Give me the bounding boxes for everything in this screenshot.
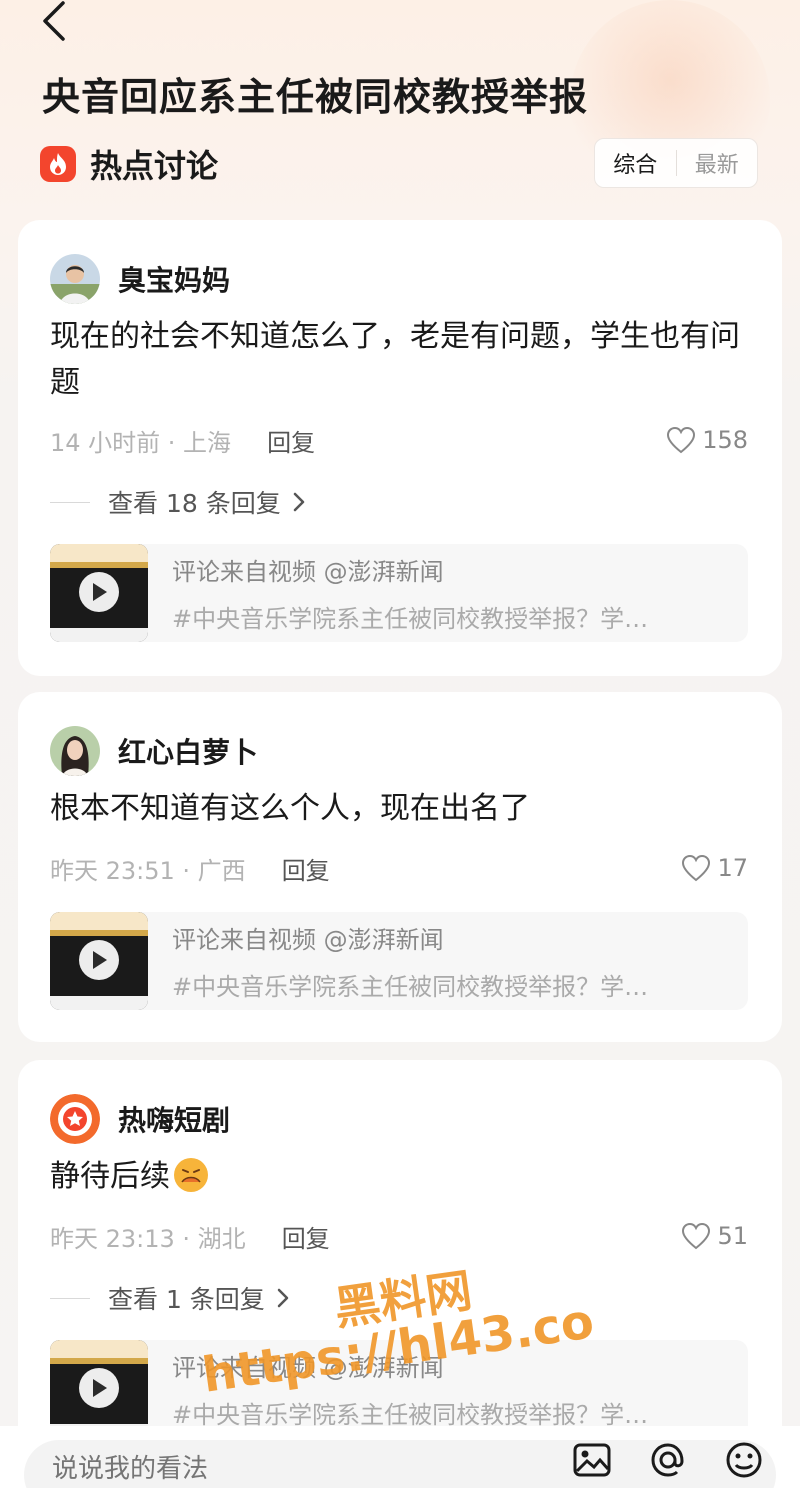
comment-content: 现在的社会不知道怎么了，老是有问题，学生也有问题	[50, 319, 740, 400]
play-icon	[79, 940, 119, 980]
heart-icon	[667, 426, 696, 454]
comment-author[interactable]: 红心白萝卜	[50, 726, 258, 776]
author-name: 红心白萝卜	[118, 736, 259, 769]
comment-content: 静待后续	[50, 1154, 742, 1200]
view-replies-label: 查看 18 条回复	[108, 489, 281, 518]
divider-line	[50, 501, 90, 503]
source-video-card[interactable]: 评论来自视频 @澎湃新闻 #中央音乐学院系主任被同校教授举报？学…	[50, 544, 748, 642]
source-topic: #中央音乐学院系主任被同校教授举报？学…	[172, 1401, 649, 1429]
comment-card: 臭宝妈妈 现在的社会不知道怎么了，老是有问题，学生也有问题 14 小时前 · 上…	[18, 220, 782, 676]
comment-author[interactable]: 热嗨短剧	[50, 1094, 230, 1144]
view-replies-button[interactable]: 查看 1 条回复	[50, 1280, 289, 1316]
comment-time-location: 14 小时前 · 上海	[50, 428, 232, 457]
comment-text: 静待后续	[50, 1159, 170, 1194]
reply-button[interactable]: 回复	[282, 1219, 330, 1254]
reply-button[interactable]: 回复	[282, 851, 330, 886]
avatar[interactable]	[50, 726, 100, 776]
heart-icon	[682, 1222, 711, 1250]
play-icon	[79, 1368, 119, 1408]
avatar[interactable]	[50, 254, 100, 304]
avatar[interactable]	[50, 1094, 100, 1144]
source-caption: 评论来自视频 @澎湃新闻	[172, 926, 444, 954]
comment-input-field[interactable]	[52, 1454, 472, 1484]
video-thumbnail	[50, 912, 148, 1010]
like-button[interactable]: 17	[681, 854, 748, 882]
source-caption: 评论来自视频 @澎湃新闻	[172, 1354, 444, 1382]
video-thumbnail	[50, 1340, 148, 1438]
chevron-left-icon	[43, 1, 65, 41]
comment-time-location: 昨天 23:51 · 广西	[50, 856, 246, 885]
input-actions	[536, 1440, 764, 1484]
comment-card: 红心白萝卜 根本不知道有这么个人，现在出名了 昨天 23:51 · 广西 回复 …	[18, 692, 782, 1042]
heart-icon	[682, 854, 711, 882]
back-button[interactable]	[36, 0, 72, 42]
emoji-icon[interactable]	[724, 1440, 764, 1484]
source-topic: #中央音乐学院系主任被同校教授举报？学…	[172, 973, 649, 1001]
chevron-right-icon	[277, 1288, 289, 1308]
sort-toggle: 综合 最新	[594, 138, 758, 188]
comment-time-location: 昨天 23:13 · 湖北	[50, 1224, 246, 1253]
sort-option-comprehensive[interactable]: 综合	[595, 147, 676, 179]
sort-option-latest[interactable]: 最新	[677, 147, 758, 179]
video-thumbnail	[50, 544, 148, 642]
section-title: 热点讨论	[90, 147, 219, 185]
author-name: 臭宝妈妈	[118, 264, 231, 297]
comment-input-bar	[0, 1426, 800, 1488]
source-caption: 评论来自视频 @澎湃新闻	[172, 558, 444, 586]
at-mention-icon[interactable]	[648, 1440, 688, 1484]
like-count: 51	[717, 1222, 748, 1250]
like-button[interactable]: 158	[666, 426, 748, 454]
comment-author[interactable]: 臭宝妈妈	[50, 254, 230, 304]
view-replies-label: 查看 1 条回复	[108, 1285, 265, 1314]
view-replies-button[interactable]: 查看 18 条回复	[50, 484, 305, 520]
comment-meta: 14 小时前 · 上海 回复 158	[50, 422, 748, 458]
source-topic: #中央音乐学院系主任被同校教授举报？学…	[172, 605, 649, 633]
page-title: 央音回应系主任被同校教授举报	[42, 75, 589, 119]
like-button[interactable]: 51	[681, 1222, 748, 1250]
author-name: 热嗨短剧	[118, 1104, 231, 1137]
source-video-card[interactable]: 评论来自视频 @澎湃新闻 #中央音乐学院系主任被同校教授举报？学…	[50, 1340, 748, 1438]
reply-button[interactable]: 回复	[267, 423, 315, 458]
section-header: 热点讨论	[40, 142, 218, 186]
fire-icon	[40, 146, 76, 182]
comment-card: 热嗨短剧 静待后续 昨天 23:13 · 湖北 回复 51 查看 1 条回复 评…	[18, 1060, 782, 1460]
image-icon[interactable]	[572, 1440, 612, 1484]
comment-meta: 昨天 23:51 · 广西 回复 17	[50, 850, 748, 886]
grimacing-face-icon	[174, 1158, 208, 1192]
divider-line	[50, 1297, 90, 1299]
chevron-right-icon	[293, 492, 305, 512]
source-video-card[interactable]: 评论来自视频 @澎湃新闻 #中央音乐学院系主任被同校教授举报？学…	[50, 912, 748, 1010]
comment-content: 根本不知道有这么个人，现在出名了	[50, 791, 530, 826]
play-icon	[79, 572, 119, 612]
like-count: 158	[702, 426, 748, 454]
like-count: 17	[717, 854, 748, 882]
comment-meta: 昨天 23:13 · 湖北 回复 51	[50, 1218, 748, 1254]
